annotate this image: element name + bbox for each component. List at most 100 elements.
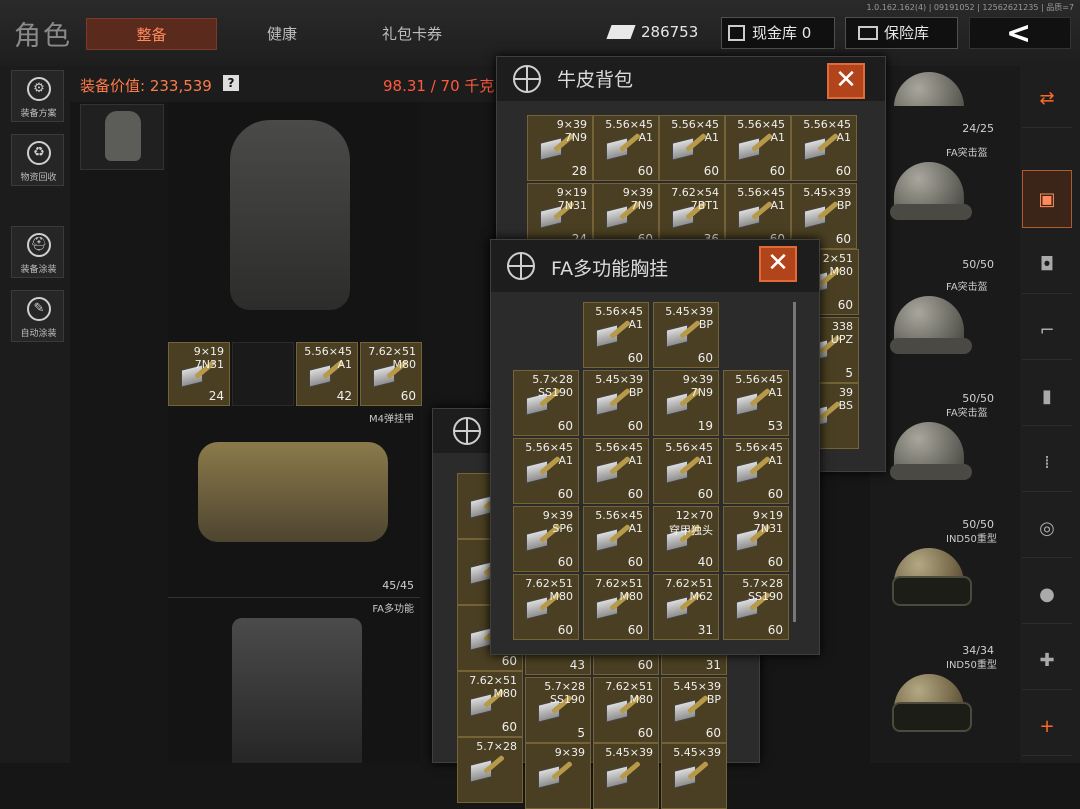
tab-equip[interactable]: 整备: [86, 18, 217, 50]
ammo-slot[interactable]: 5.56×45A1 60: [583, 302, 649, 368]
ammo-slot[interactable]: 5.45×39: [661, 743, 727, 809]
ammo-count: 60: [501, 720, 517, 734]
ammo-caliber: 5.56×45: [737, 186, 785, 199]
ammo-slot[interactable]: 5.7×28: [457, 737, 523, 803]
ammo-slot[interactable]: 5.56×45A1 60: [583, 506, 649, 572]
ammo-slot[interactable]: 7.62×51 M80 60: [360, 342, 422, 406]
gear-swap-category[interactable]: ⇄: [1022, 70, 1072, 128]
ammo-slot[interactable]: 7.62×51 M80 60: [593, 677, 659, 743]
ammo-slot[interactable]: 5.56×45A1 60: [659, 115, 725, 181]
auto-paint-label: 自动涂装: [20, 329, 57, 339]
ammo-caliber: 9×39: [556, 118, 587, 131]
cash-amount: 286753: [641, 23, 699, 41]
ammo-variant: 7N9: [564, 131, 587, 144]
auto-paint-button[interactable]: ✎ 自动涂装: [11, 290, 64, 342]
ammo-slot[interactable]: 5.7×28 SS190 60: [513, 370, 579, 436]
ammo-slot[interactable]: 5.56×45A1 60: [583, 438, 649, 504]
ammo-caliber: 5.45×39: [803, 186, 851, 199]
ammo-slot[interactable]: 7.62×51 M80 60: [583, 574, 649, 640]
ammo-category[interactable]: ⁞: [1022, 434, 1072, 492]
ammo-slot[interactable]: 5.56×45A1 60: [513, 438, 579, 504]
ammo-caliber: 9×39: [622, 186, 653, 199]
magazine-category[interactable]: ▮: [1022, 368, 1072, 426]
ammo-slot[interactable]: 5.56×45 A1 53: [723, 370, 789, 436]
ammo-slot[interactable]: 5.45×39 BP 60: [661, 677, 727, 743]
ammo-slot[interactable]: 9×39: [525, 743, 591, 809]
add-category[interactable]: +: [1022, 698, 1072, 756]
ammo-slot[interactable]: 5.56×45A1 60: [725, 115, 791, 181]
rig-name: FA多功能: [372, 604, 414, 615]
backpack-image[interactable]: [230, 120, 350, 310]
equip-paint-button[interactable]: ⛑ 装备涂装: [11, 226, 64, 278]
cash-vault-button[interactable]: 现金库 0: [721, 17, 835, 49]
scope-category[interactable]: ◎: [1022, 500, 1072, 558]
helmet-visor: [892, 576, 972, 606]
help-icon[interactable]: ?: [223, 75, 239, 91]
ammo-slot[interactable]: 5.45×39: [593, 743, 659, 809]
ammo-slot[interactable]: 9×19 7N31 60: [723, 506, 789, 572]
vest-durability: 45/45: [382, 579, 414, 592]
loadout-icon: ⚙: [27, 77, 51, 101]
helmet-visor: [892, 702, 972, 732]
rifle-category[interactable]: ⌐: [1022, 302, 1072, 360]
grenade-category[interactable]: ●: [1022, 566, 1072, 624]
helmet-icon[interactable]: [888, 156, 984, 226]
close-icon[interactable]: ✕: [827, 63, 865, 99]
backpack-category[interactable]: ▣: [1022, 170, 1072, 228]
recycle-button[interactable]: ♻ 物资回收: [11, 134, 64, 186]
ammo-count: 60: [637, 726, 653, 740]
ammo-slot[interactable]: 7.62×51 M62 31: [653, 574, 719, 640]
ammo-caliber: 7.62×51: [665, 577, 713, 590]
ammo-slot[interactable]: 9×39 7N9 19: [653, 370, 719, 436]
ammo-slot[interactable]: 5.56×45A1 60: [593, 115, 659, 181]
ammo-slot[interactable]: 5.56×45A1 60: [791, 115, 857, 181]
backpack-header: 牛皮背包 ✕: [497, 57, 885, 101]
close-icon[interactable]: ✕: [759, 246, 797, 282]
tab-gift-coupons[interactable]: 礼包卡券: [350, 18, 474, 50]
helmet-icon[interactable]: [888, 290, 984, 360]
ammo-count: 43: [569, 658, 585, 672]
medkit-category[interactable]: ✚: [1022, 632, 1072, 690]
ammo-slot[interactable]: 5.7×28 SS190 5: [525, 677, 591, 743]
ammo-variant: A1: [628, 454, 643, 467]
ammo-count: 60: [705, 726, 721, 740]
ammo-caliber: 5.56×45: [803, 118, 851, 131]
ammo-count: 60: [835, 164, 851, 178]
ammo-slot[interactable]: 9×39 SP6 60: [513, 506, 579, 572]
ammo-variant: A1: [337, 358, 352, 371]
ammo-variant: A1: [638, 131, 653, 144]
scrollbar[interactable]: [793, 302, 796, 622]
ammo-slot[interactable]: 5.56×45A1 60: [723, 438, 789, 504]
ammo-slot[interactable]: 7.62×51 M80 60: [457, 671, 523, 737]
loadout-button[interactable]: ⚙ 装备方案: [11, 70, 64, 122]
rig-image[interactable]: [232, 618, 362, 763]
stash-item-durability: 50/50: [962, 258, 994, 271]
ammo-slot[interactable]: [232, 342, 294, 406]
rifle-icon: ⌐: [1039, 320, 1055, 341]
ammo-slot[interactable]: 5.45×39 BP 60: [653, 302, 719, 368]
safe-button[interactable]: 保险库: [845, 17, 958, 49]
ammo-slot[interactable]: 5.7×28 SS190 60: [723, 574, 789, 640]
ammo-slot[interactable]: 7.62×51 M80 60: [513, 574, 579, 640]
helmet-icon[interactable]: [888, 66, 984, 106]
ammo-slot[interactable]: 9×197N31 24: [168, 342, 230, 406]
globe-icon: [507, 252, 535, 280]
ammo-slot[interactable]: 12×70 穿甲独头 40: [653, 506, 719, 572]
ammo-count: 60: [627, 555, 643, 569]
tab-health[interactable]: 健康: [222, 18, 342, 50]
heavy-helmet-icon[interactable]: [888, 668, 984, 738]
vest-image[interactable]: [198, 442, 388, 542]
helmet-icon[interactable]: [888, 416, 984, 486]
belt-slots: 9×19 7N31 24 5.56×45 A1 42 7.62×51 M80 60: [168, 340, 422, 410]
rig-title: FA多功能胸挂: [551, 258, 669, 280]
ammo-slot[interactable]: 5.56×45A1 60: [653, 438, 719, 504]
ammo-slot[interactable]: 5.45×39 BP 60: [583, 370, 649, 436]
heavy-helmet-icon[interactable]: [888, 542, 984, 612]
back-button[interactable]: <: [969, 17, 1071, 49]
ammo-slot[interactable]: 9×39 7N9 28: [527, 115, 593, 181]
armor-vest-category[interactable]: ◘: [1022, 236, 1072, 294]
backpack-thumb[interactable]: [80, 104, 164, 170]
version-info: 1.0.162.162(4) | 09191052 | 12562621235 …: [866, 3, 1074, 12]
ammo-slot[interactable]: 5.56×45 A1 42: [296, 342, 358, 406]
ammo-caliber: 5.56×45: [735, 373, 783, 386]
